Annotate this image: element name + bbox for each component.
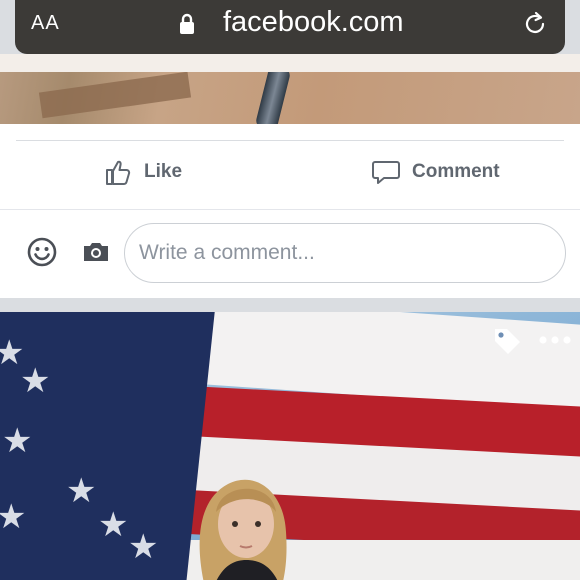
star-icon: ★ [128, 528, 159, 566]
divider [16, 140, 564, 141]
comment-input[interactable]: Write a comment... [124, 223, 566, 283]
star-icon: ★ [98, 506, 129, 544]
tag-icon[interactable] [492, 326, 522, 356]
like-label: Like [144, 161, 183, 182]
camera-icon[interactable] [82, 241, 110, 263]
feed-separator [0, 298, 580, 312]
previous-post-photo[interactable] [0, 72, 580, 124]
more-dots-icon[interactable] [538, 330, 572, 350]
post-action-card: Like Comment Write a comment... [0, 124, 580, 298]
post-photo[interactable]: ★ ★ ★ ★ ★ ★ ★ [0, 312, 580, 580]
comment-label: Comment [412, 161, 500, 182]
reload-icon[interactable] [521, 10, 549, 38]
page-top-strip [0, 54, 580, 72]
star-icon: ★ [20, 362, 51, 400]
speech-bubble-icon [372, 161, 400, 184]
star-icon: ★ [0, 498, 27, 536]
like-button[interactable]: Like [104, 154, 182, 190]
comment-button[interactable]: Comment [372, 154, 500, 190]
smiley-icon[interactable] [26, 236, 58, 268]
star-icon: ★ [2, 422, 33, 460]
divider [0, 209, 580, 210]
text-size-button[interactable]: AA [31, 12, 60, 35]
domain-label[interactable]: facebook.com [223, 6, 404, 39]
thumbs-up-icon [106, 160, 131, 185]
comment-placeholder: Write a comment... [139, 241, 315, 264]
lock-icon [180, 13, 194, 34]
star-icon: ★ [66, 472, 97, 510]
girl-portrait [199, 479, 287, 580]
browser-url-bar[interactable]: AA facebook.com [15, 0, 565, 54]
